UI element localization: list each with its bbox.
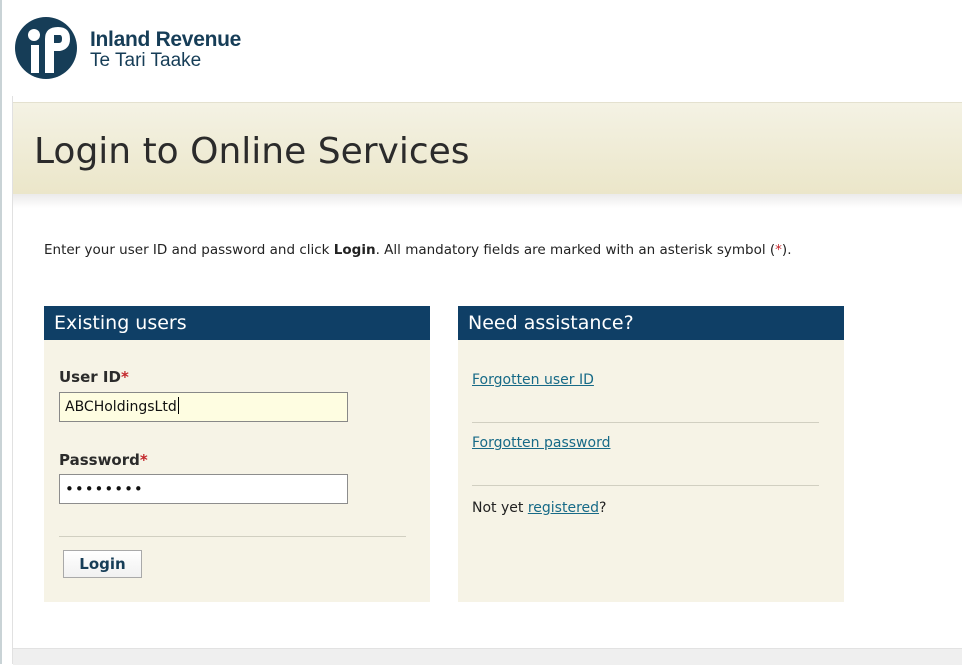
- login-button[interactable]: Login: [63, 550, 142, 578]
- existing-divider: [59, 536, 406, 537]
- password-value: ••••••••: [65, 480, 144, 498]
- not-yet-registered: Not yet registered?: [472, 500, 606, 516]
- not-yet-prefix: Not yet: [472, 500, 528, 516]
- assistance-panel: Need assistance? Forgotten user ID Forgo…: [458, 306, 844, 602]
- forgotten-password-link[interactable]: Forgotten password: [472, 435, 610, 451]
- user-id-input[interactable]: ABCHoldingsLtd: [59, 392, 348, 422]
- inland-revenue-logo-icon[interactable]: [14, 15, 78, 81]
- title-shadow: [13, 194, 962, 208]
- forgotten-user-id-link[interactable]: Forgotten user ID: [472, 372, 594, 388]
- footer-strip: [13, 648, 962, 665]
- intro-part1: Enter your user ID and password and clic…: [44, 242, 334, 258]
- intro-part2: . All mandatory fields are marked with a…: [375, 242, 776, 258]
- brand-name: Inland Revenue: [90, 28, 242, 51]
- text-caret: [177, 397, 179, 414]
- intro-part3: ).: [781, 242, 792, 258]
- password-label-text: Password: [59, 451, 140, 469]
- brand: Inland Revenue Te Tari Taake: [90, 28, 241, 72]
- page-title: Login to Online Services: [34, 131, 470, 172]
- password-label: Password*: [59, 451, 148, 469]
- assistance-heading: Need assistance?: [458, 306, 844, 340]
- left-border: [0, 0, 2, 664]
- title-band: Login to Online Services: [13, 102, 962, 195]
- user-id-value: ABCHoldingsLtd: [65, 399, 177, 415]
- not-yet-suffix: ?: [599, 500, 607, 516]
- brand-subtitle: Te Tari Taake: [90, 50, 202, 72]
- user-id-label: User ID*: [59, 368, 129, 386]
- password-input[interactable]: ••••••••: [59, 474, 348, 504]
- intro-bold: Login: [333, 242, 376, 258]
- user-id-label-text: User ID: [59, 368, 121, 386]
- intro-asterisk: *: [775, 242, 782, 258]
- assist-divider-1: [472, 422, 819, 423]
- intro-text: Enter your user ID and password and clic…: [44, 240, 864, 261]
- existing-users-panel: Existing users User ID* ABCHoldingsLtd P…: [44, 306, 430, 602]
- header: Inland Revenue Te Tari Taake: [2, 0, 962, 96]
- existing-users-heading: Existing users: [44, 306, 430, 340]
- registered-link[interactable]: registered: [528, 500, 599, 516]
- password-required: *: [139, 451, 148, 469]
- assist-divider-2: [472, 485, 819, 486]
- user-id-required: *: [120, 368, 129, 386]
